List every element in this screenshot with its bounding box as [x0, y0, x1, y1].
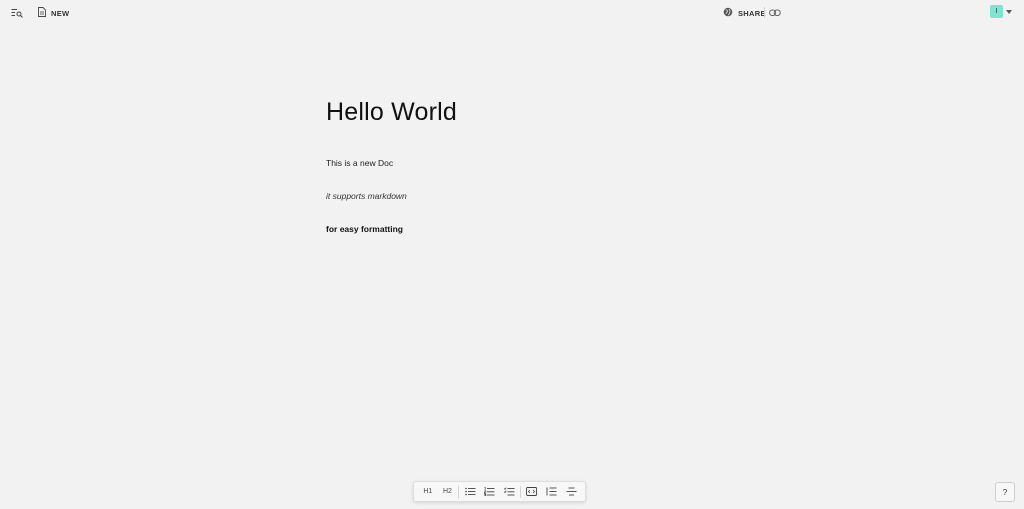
- document-editor[interactable]: Hello World This is a new Doc it support…: [326, 96, 726, 234]
- checklist-icon[interactable]: [499, 483, 519, 500]
- search-list-icon[interactable]: [10, 6, 24, 20]
- bulleted-list-icon[interactable]: [460, 483, 480, 500]
- link-icon[interactable]: [768, 6, 782, 20]
- code-block-icon[interactable]: [522, 483, 542, 500]
- chevron-down-icon[interactable]: [1006, 9, 1012, 14]
- new-label: NEW: [51, 8, 70, 18]
- user-menu[interactable]: I: [990, 5, 1012, 18]
- indent-icon[interactable]: [542, 483, 562, 500]
- paragraph-bold[interactable]: for easy formatting: [326, 224, 403, 234]
- top-bar: NEW SHARE I: [0, 0, 1024, 26]
- formatting-toolbar: H1 H2: [413, 481, 586, 502]
- app: NEW SHARE I Hello World This is a new Do…: [0, 0, 1024, 509]
- numbered-list-icon[interactable]: [480, 483, 500, 500]
- divider: [520, 485, 522, 498]
- new-doc-button[interactable]: NEW: [38, 5, 69, 21]
- heading-1-button[interactable]: H1: [418, 483, 438, 500]
- divider: [764, 7, 765, 18]
- avatar[interactable]: I: [990, 5, 1003, 18]
- paragraph[interactable]: This is a new Doc: [326, 158, 393, 168]
- heading-2-button[interactable]: H2: [438, 483, 458, 500]
- share-button[interactable]: SHARE: [723, 5, 766, 21]
- divider: [458, 485, 460, 498]
- globe-icon: [723, 4, 733, 22]
- strikethrough-icon[interactable]: [561, 483, 581, 500]
- document-icon: [38, 4, 46, 22]
- share-label: SHARE: [738, 8, 766, 18]
- paragraph-italic[interactable]: it supports markdown: [326, 191, 407, 201]
- document-title[interactable]: Hello World: [326, 96, 726, 128]
- help-button[interactable]: ?: [995, 482, 1015, 502]
